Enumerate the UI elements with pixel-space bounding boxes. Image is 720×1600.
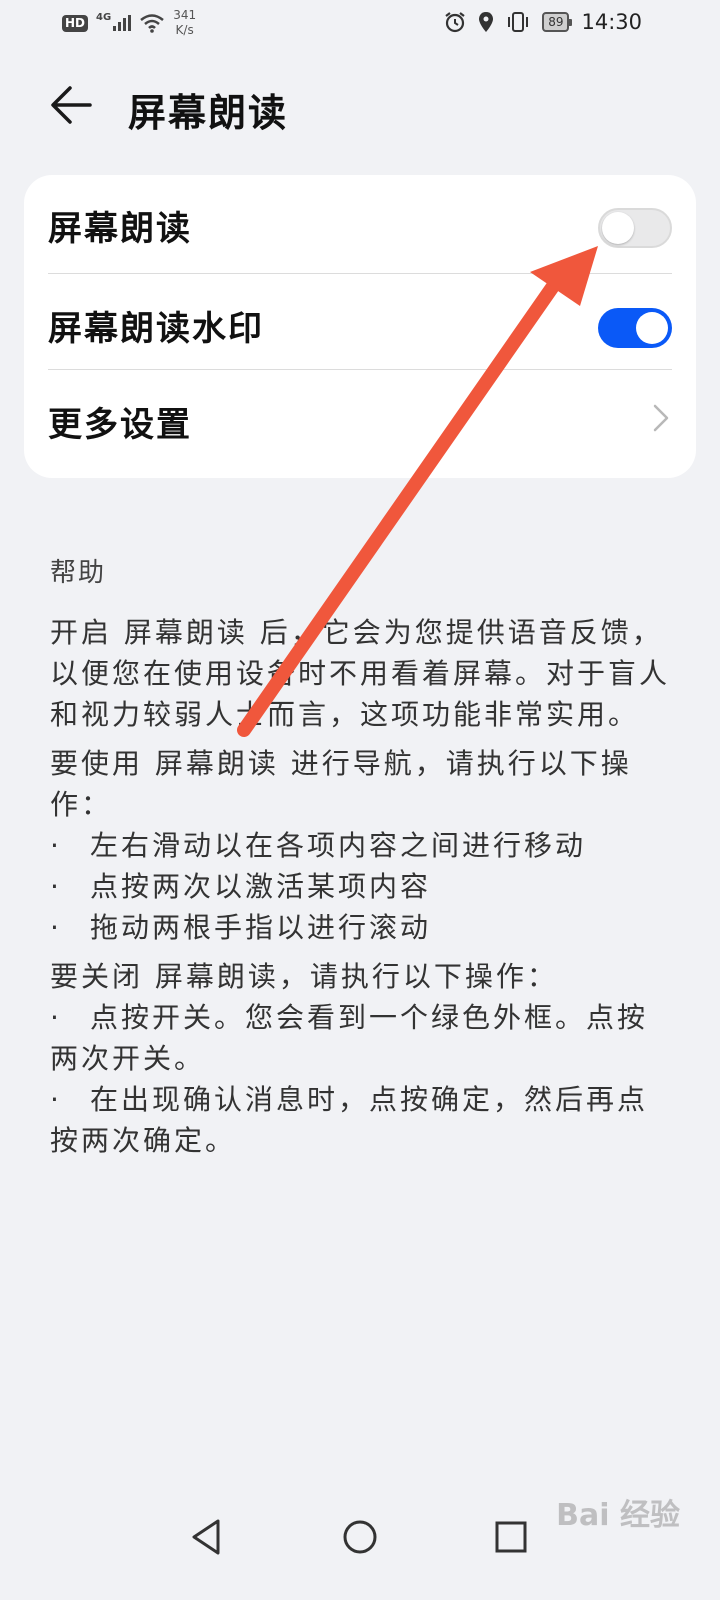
app-header: 屏幕朗读 — [0, 60, 720, 150]
bullet-dot: · — [50, 870, 62, 903]
help-paragraph: 要关闭 屏幕朗读，请执行以下操作： — [50, 960, 558, 993]
back-arrow-icon[interactable] — [48, 82, 94, 128]
list-item-text: 点按开关。您会看到一个绿色外框。点按两次开关。 — [50, 1001, 649, 1075]
speed-unit: K/s — [175, 23, 194, 37]
list-item: · 点按开关。您会看到一个绿色外框。点按两次开关。 — [50, 997, 670, 1079]
location-icon — [479, 12, 494, 32]
status-time: 14:30 — [581, 10, 642, 34]
setting-label: 更多设置 — [48, 405, 192, 445]
hd-badge: HD — [62, 14, 89, 32]
divider — [48, 273, 672, 274]
setting-row-screen-reader[interactable]: 屏幕朗读 — [24, 175, 696, 270]
chevron-right-icon — [653, 404, 669, 432]
settings-card: 屏幕朗读 屏幕朗读水印 更多设置 — [24, 175, 696, 478]
toggle-knob — [602, 212, 634, 244]
help-paragraph-text: 要使用 屏幕朗读 进行导航，请执行以下操作： — [50, 747, 632, 821]
list-item: · 左右滑动以在各项内容之间进行移动 — [50, 825, 670, 866]
close-bullet-list: · 点按开关。您会看到一个绿色外框。点按两次开关。 · 在出现确认消息时，点按确定，… — [50, 997, 670, 1161]
toggle-knob — [636, 312, 668, 344]
watermark-logo: Bai 经验 — [556, 1498, 680, 1533]
wifi-icon — [140, 14, 164, 33]
vibrate-icon — [508, 12, 529, 32]
setting-row-watermark[interactable]: 屏幕朗读水印 — [24, 275, 696, 370]
nav-back-icon[interactable] — [182, 1512, 232, 1562]
setting-row-more-settings[interactable]: 更多设置 — [24, 371, 696, 466]
list-item-text: 左右滑动以在各项内容之间进行移动 — [90, 829, 587, 862]
bullet-dot: · — [50, 1001, 62, 1034]
list-item: · 在出现确认消息时，点按确定，然后再点按两次确定。 — [50, 1079, 670, 1161]
status-bar: HD 4G 341 K/s 89 14:30 — [0, 0, 720, 50]
battery-icon: 89 — [542, 12, 573, 32]
nav-home-icon[interactable] — [335, 1512, 385, 1562]
list-item-text: 拖动两根手指以进行滚动 — [90, 911, 432, 944]
watermark-toggle[interactable] — [598, 308, 672, 348]
list-item: · 点按两次以激活某项内容 — [50, 866, 670, 907]
bullet-dot: · — [50, 911, 62, 944]
list-item: · 拖动两根手指以进行滚动 — [50, 907, 670, 948]
page-title: 屏幕朗读 — [128, 91, 289, 135]
network-speed: 341 K/s — [173, 8, 196, 38]
status-left: HD 4G 341 K/s — [62, 8, 196, 38]
list-item-text: 在出现确认消息时，点按确定，然后再点按两次确定。 — [50, 1083, 649, 1157]
setting-label: 屏幕朗读 — [48, 209, 192, 249]
alarm-icon — [445, 12, 465, 33]
status-right: 89 14:30 — [444, 10, 642, 34]
speed-value: 341 — [173, 8, 197, 22]
setting-label: 屏幕朗读水印 — [48, 309, 264, 349]
bullet-dot: · — [50, 829, 62, 862]
nav-recents-icon[interactable] — [486, 1512, 536, 1562]
help-title: 帮助 — [50, 558, 107, 588]
divider — [48, 369, 672, 370]
bullet-dot: · — [50, 1083, 62, 1116]
signal-icon — [113, 15, 132, 31]
screen-reader-toggle[interactable] — [598, 208, 672, 248]
help-paragraph: 要使用 屏幕朗读 进行导航，请执行以下操作： — [50, 743, 670, 825]
nav-bullet-list: · 左右滑动以在各项内容之间进行移动 · 点按两次以激活某项内容 · 拖动两根手指以进… — [50, 825, 670, 948]
list-item-text: 点按两次以激活某项内容 — [90, 870, 432, 903]
help-text: 开启 屏幕朗读 后，它会为您提供语音反馈，以便您在使用设备时不用看着屏幕。对于盲… — [50, 612, 670, 1161]
help-paragraph: 开启 屏幕朗读 后，它会为您提供语音反馈，以便您在使用设备时不用看着屏幕。对于盲… — [50, 616, 671, 731]
network-type: 4G — [96, 11, 112, 23]
